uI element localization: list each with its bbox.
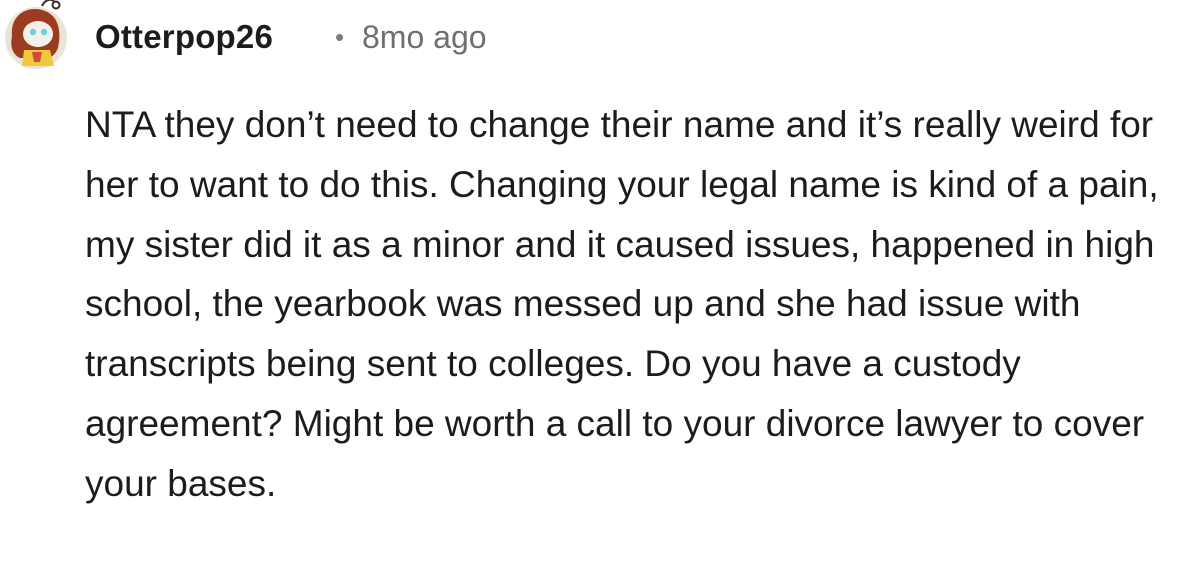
avatar[interactable] [2, 0, 72, 72]
snoo-avatar-icon [5, 0, 67, 69]
timestamp: 8mo ago [362, 19, 487, 55]
comment: Otterpop26 • 8mo ago NTA they don’t need… [0, 0, 1179, 570]
separator-dot: • [335, 22, 345, 52]
comment-header: Otterpop26 • 8mo ago [0, 0, 1179, 80]
comment-body: NTA they don’t need to change their name… [85, 104, 1159, 504]
author-username[interactable]: Otterpop26 [95, 18, 273, 56]
